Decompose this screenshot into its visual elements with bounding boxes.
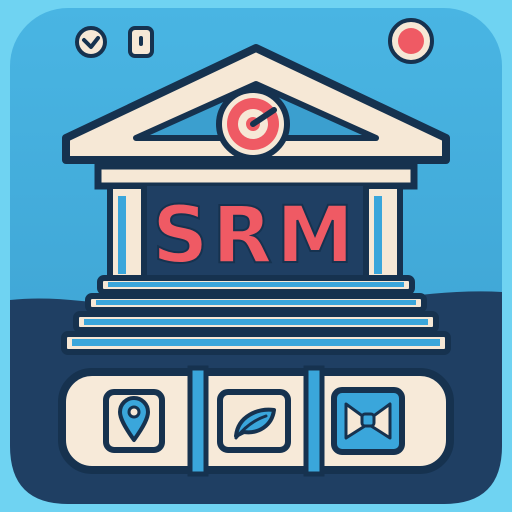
building-steps bbox=[61, 275, 451, 355]
notification-dot-icon bbox=[388, 18, 434, 64]
app-icon: SRM bbox=[0, 0, 512, 512]
battery-icon bbox=[128, 26, 154, 58]
brand-label: SRM bbox=[152, 191, 358, 281]
clock-icon bbox=[75, 26, 107, 58]
app-icon-artwork: SRM bbox=[0, 0, 512, 512]
gauge-icon bbox=[216, 87, 290, 161]
bow-tie-icon[interactable] bbox=[331, 387, 405, 455]
leaf-chat-icon[interactable] bbox=[217, 389, 291, 453]
location-pin-icon[interactable] bbox=[103, 389, 165, 453]
